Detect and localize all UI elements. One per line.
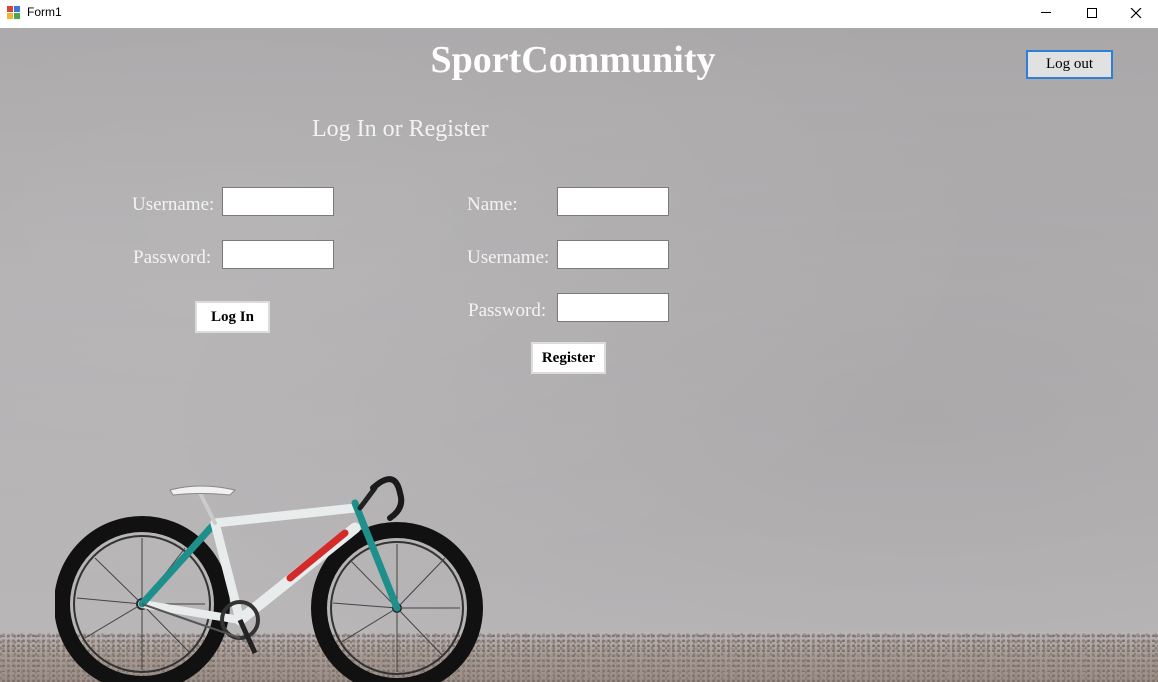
form-client-area: SportCommunity Log out Log In or Registe…	[0, 28, 1158, 682]
register-username-label: Username:	[467, 247, 550, 268]
register-name-input[interactable]	[557, 187, 669, 216]
minimize-button[interactable]	[1023, 0, 1069, 28]
login-username-label: Username:	[132, 194, 215, 215]
register-username-input[interactable]	[557, 240, 669, 269]
maximize-icon	[1087, 8, 1097, 18]
auth-heading: Log In or Register	[312, 116, 489, 142]
login-username-input[interactable]	[222, 187, 334, 216]
login-password-input[interactable]	[222, 240, 334, 269]
close-button[interactable]	[1113, 0, 1158, 28]
app-icon	[7, 6, 21, 20]
logout-button[interactable]: Log out	[1026, 50, 1113, 79]
register-password-label: Password:	[468, 300, 547, 321]
minimize-icon	[1041, 12, 1051, 13]
window-title: Form1	[27, 5, 62, 19]
window-titlebar[interactable]: Form1	[0, 0, 1158, 28]
maximize-button[interactable]	[1069, 0, 1115, 28]
register-password-input[interactable]	[557, 293, 669, 322]
close-icon	[1130, 8, 1142, 19]
bicycle-background-image	[55, 476, 483, 682]
app-title: SportCommunity	[430, 39, 716, 81]
register-button[interactable]: Register	[531, 342, 606, 374]
login-button[interactable]: Log In	[195, 301, 270, 333]
register-name-label: Name:	[467, 194, 518, 215]
login-password-label: Password:	[133, 247, 212, 268]
